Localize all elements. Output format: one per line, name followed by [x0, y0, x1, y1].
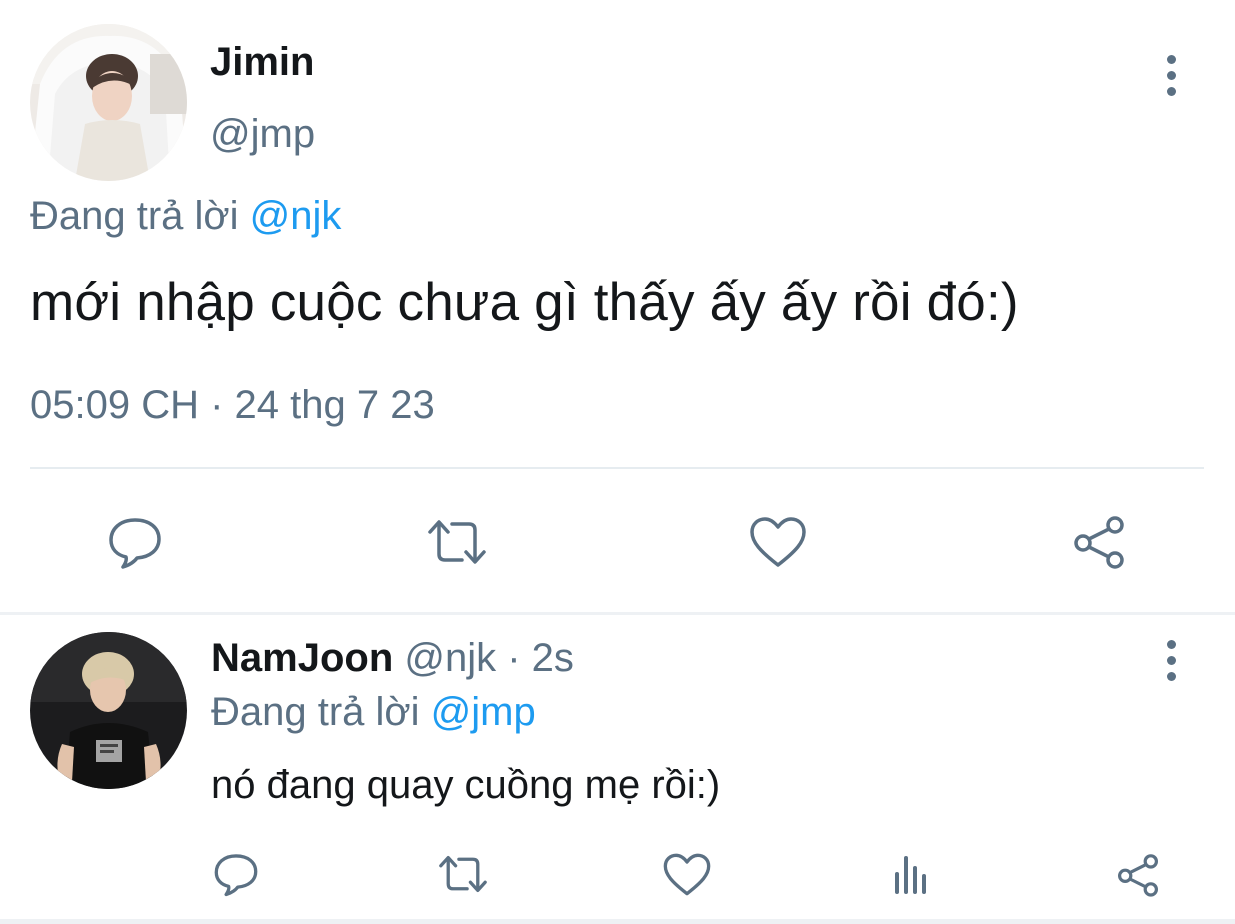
- reply-button[interactable]: [208, 847, 264, 901]
- share-button[interactable]: [1066, 510, 1132, 574]
- time-ago: 2s: [531, 636, 574, 680]
- avatar-namjoon[interactable]: [30, 632, 187, 789]
- more-options-icon[interactable]: [1151, 635, 1191, 685]
- replying-to: Đang trả lời @njk: [30, 194, 341, 239]
- tweet-date: 24 thg 7 23: [234, 383, 435, 427]
- tweet-timestamp: 05:09 CH · 24 thg 7 23: [30, 383, 435, 428]
- like-button[interactable]: [744, 512, 812, 572]
- analytics-icon: [895, 856, 926, 894]
- like-icon: [663, 853, 711, 895]
- bottom-divider: [0, 919, 1235, 924]
- tweet-text: nó đang quay cuồng mẹ rồi:): [211, 763, 721, 807]
- author-name[interactable]: Jimin: [210, 40, 314, 85]
- tweet-text: mới nhập cuộc chưa gì thấy ấy ấy rồi đó:…: [30, 273, 1019, 332]
- author-handle[interactable]: @njk: [404, 636, 496, 680]
- share-icon: [1074, 516, 1124, 569]
- replying-to-mention[interactable]: @njk: [250, 194, 342, 238]
- reply-header: NamJoon @njk · 2s: [211, 636, 574, 681]
- like-button[interactable]: [659, 848, 715, 900]
- share-icon: [1118, 854, 1158, 897]
- replying-to-label: Đang trả lời: [30, 194, 250, 238]
- author-handle[interactable]: @jmp: [210, 112, 315, 157]
- author-name[interactable]: NamJoon: [211, 636, 393, 680]
- reply-button[interactable]: [100, 512, 170, 572]
- meta-separator: ·: [198, 383, 235, 427]
- like-icon: [750, 517, 806, 567]
- tweet-time: 05:09 CH: [30, 383, 199, 427]
- reply-icon: [109, 518, 161, 569]
- reply-icon: [214, 854, 258, 897]
- tweet-separator: [0, 612, 1235, 615]
- replying-to-label: Đang trả lời: [211, 690, 431, 734]
- replying-to: Đang trả lời @jmp: [211, 690, 536, 735]
- divider: [30, 467, 1204, 469]
- avatar-jimin[interactable]: [30, 24, 187, 181]
- retweet-icon: [439, 855, 487, 893]
- analytics-button[interactable]: [885, 848, 937, 900]
- replying-to-mention[interactable]: @jmp: [431, 690, 536, 734]
- retweet-icon: [428, 520, 486, 564]
- retweet-button[interactable]: [421, 512, 493, 572]
- more-options-icon[interactable]: [1151, 50, 1191, 100]
- retweet-button[interactable]: [432, 847, 494, 901]
- meta-separator: ·: [496, 636, 532, 680]
- share-button[interactable]: [1111, 848, 1165, 902]
